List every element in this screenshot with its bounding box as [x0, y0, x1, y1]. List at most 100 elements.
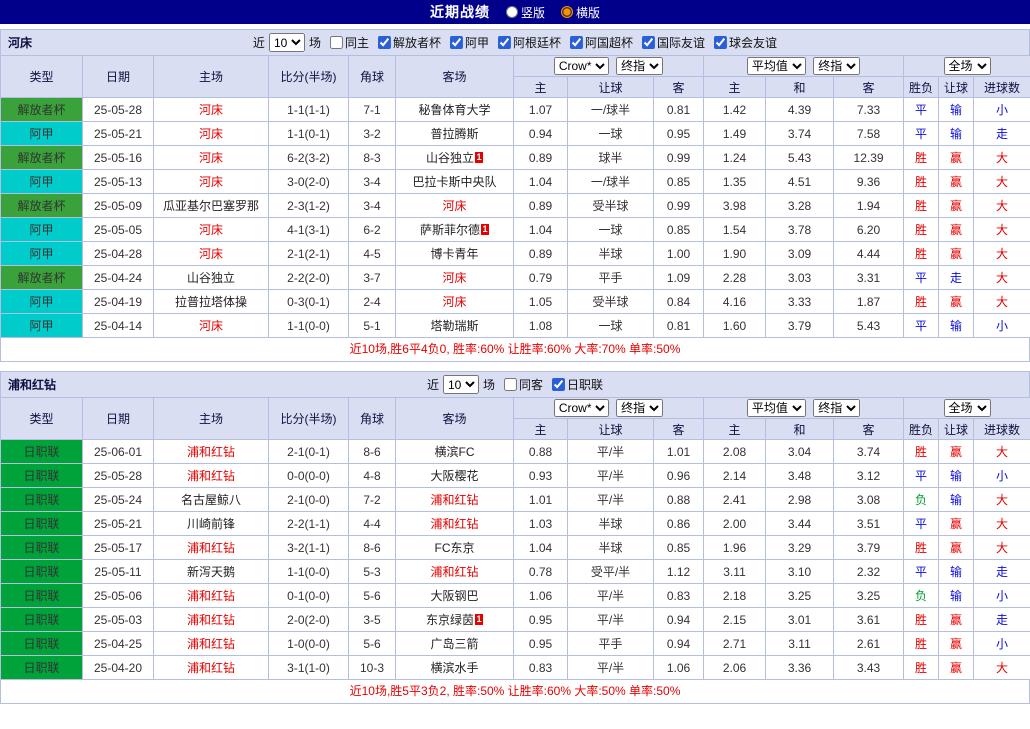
team-name[interactable]: 浦和红钻: [187, 637, 235, 651]
team-name[interactable]: 瓜亚基尔巴塞罗那: [163, 199, 259, 213]
home-team-cell[interactable]: 浦和红钻: [154, 656, 269, 680]
team-name[interactable]: 秘鲁体育大学: [418, 103, 490, 117]
away-team-cell[interactable]: 浦和红钻: [396, 512, 514, 536]
eu-index-select[interactable]: 终指: [813, 399, 860, 417]
team-name[interactable]: 塔勒瑞斯: [430, 319, 478, 333]
filter-option-阿甲[interactable]: 阿甲: [450, 34, 489, 51]
home-team-cell[interactable]: 浦和红钻: [154, 608, 269, 632]
away-team-cell[interactable]: 萨斯菲尔德1: [396, 218, 514, 242]
recent-count-select[interactable]: 10: [269, 33, 305, 52]
vertical-radio[interactable]: [506, 6, 518, 18]
away-team-cell[interactable]: 浦和红钻: [396, 488, 514, 512]
home-team-cell[interactable]: 浦和红钻: [154, 584, 269, 608]
team-name[interactable]: 河床: [199, 319, 223, 333]
team-name[interactable]: 河床: [199, 103, 223, 117]
away-team-cell[interactable]: 大阪钢巴: [396, 584, 514, 608]
team-name[interactable]: 大阪樱花: [430, 469, 478, 483]
home-team-cell[interactable]: 新泻天鹅: [154, 560, 269, 584]
team-name[interactable]: FC东京: [435, 541, 475, 555]
filter-option-同客[interactable]: 同客: [504, 376, 543, 393]
recent-count-select[interactable]: 10: [443, 375, 479, 394]
team-name[interactable]: 河床: [442, 295, 466, 309]
team-name[interactable]: 川崎前锋: [187, 517, 235, 531]
ah-index-select[interactable]: 终指: [616, 57, 663, 75]
away-team-cell[interactable]: 广岛三箭: [396, 632, 514, 656]
filter-option-日职联[interactable]: 日职联: [552, 376, 603, 393]
filter-checkbox[interactable]: [570, 36, 583, 49]
team-name[interactable]: 普拉腾斯: [430, 127, 478, 141]
team-name[interactable]: 浦和红钻: [187, 661, 235, 675]
away-team-cell[interactable]: 浦和红钻: [396, 560, 514, 584]
home-team-cell[interactable]: 河床: [154, 98, 269, 122]
home-team-cell[interactable]: 瓜亚基尔巴塞罗那: [154, 194, 269, 218]
layout-vertical-option[interactable]: 竖版: [506, 4, 545, 21]
eu-source-select[interactable]: 平均值: [747, 399, 806, 417]
filter-checkbox[interactable]: [450, 36, 463, 49]
filter-option-解放者杯[interactable]: 解放者杯: [378, 34, 441, 51]
home-team-cell[interactable]: 河床: [154, 242, 269, 266]
away-team-cell[interactable]: 塔勒瑞斯: [396, 314, 514, 338]
team-name[interactable]: 山谷独立: [426, 151, 474, 165]
team-name[interactable]: 浦和红钻: [430, 517, 478, 531]
home-team-cell[interactable]: 浦和红钻: [154, 440, 269, 464]
filter-checkbox[interactable]: [498, 36, 511, 49]
filter-checkbox[interactable]: [552, 378, 565, 391]
team-name[interactable]: 东京绿茵: [426, 613, 474, 627]
team-name[interactable]: 广岛三箭: [430, 637, 478, 651]
home-team-cell[interactable]: 河床: [154, 122, 269, 146]
eu-index-select[interactable]: 终指: [813, 57, 860, 75]
filter-checkbox[interactable]: [504, 378, 517, 391]
away-team-cell[interactable]: 秘鲁体育大学: [396, 98, 514, 122]
team-name[interactable]: 河床: [199, 247, 223, 261]
home-team-cell[interactable]: 河床: [154, 218, 269, 242]
away-team-cell[interactable]: 普拉腾斯: [396, 122, 514, 146]
away-team-cell[interactable]: 河床: [396, 266, 514, 290]
layout-horizontal-option[interactable]: 横版: [561, 4, 600, 21]
team-name[interactable]: 浦和红钻: [187, 541, 235, 555]
home-team-cell[interactable]: 浦和红钻: [154, 536, 269, 560]
team-name[interactable]: 浦和红钻: [187, 613, 235, 627]
home-team-cell[interactable]: 名古屋鲸八: [154, 488, 269, 512]
filter-option-球会友谊[interactable]: 球会友谊: [714, 34, 777, 51]
away-team-cell[interactable]: 巴拉卡斯中央队: [396, 170, 514, 194]
filter-option-国际友谊[interactable]: 国际友谊: [642, 34, 705, 51]
team-name[interactable]: 横滨FC: [435, 445, 475, 459]
home-team-cell[interactable]: 山谷独立: [154, 266, 269, 290]
team-name[interactable]: 浦和红钻: [187, 445, 235, 459]
away-team-cell[interactable]: 山谷独立1: [396, 146, 514, 170]
team-name[interactable]: 浦和红钻: [430, 565, 478, 579]
filter-checkbox[interactable]: [714, 36, 727, 49]
filter-option-同主[interactable]: 同主: [330, 34, 369, 51]
filter-checkbox[interactable]: [330, 36, 343, 49]
away-team-cell[interactable]: 横滨FC: [396, 440, 514, 464]
team-name[interactable]: 巴拉卡斯中央队: [412, 175, 496, 189]
team-name[interactable]: 河床: [199, 175, 223, 189]
home-team-cell[interactable]: 川崎前锋: [154, 512, 269, 536]
horizontal-radio[interactable]: [561, 6, 573, 18]
team-name[interactable]: 萨斯菲尔德: [420, 223, 480, 237]
home-team-cell[interactable]: 浦和红钻: [154, 464, 269, 488]
away-team-cell[interactable]: 大阪樱花: [396, 464, 514, 488]
team-name[interactable]: 浦和红钻: [430, 493, 478, 507]
team-name[interactable]: 河床: [199, 223, 223, 237]
home-team-cell[interactable]: 浦和红钻: [154, 632, 269, 656]
team-name[interactable]: 横滨水手: [430, 661, 478, 675]
away-team-cell[interactable]: 东京绿茵1: [396, 608, 514, 632]
away-team-cell[interactable]: 河床: [396, 290, 514, 314]
team-name[interactable]: 大阪钢巴: [430, 589, 478, 603]
team-name[interactable]: 河床: [199, 127, 223, 141]
team-name[interactable]: 新泻天鹅: [187, 565, 235, 579]
scope-select[interactable]: 全场: [944, 57, 991, 75]
team-name[interactable]: 河床: [199, 151, 223, 165]
team-name[interactable]: 浦和红钻: [187, 469, 235, 483]
team-name[interactable]: 名古屋鲸八: [181, 493, 241, 507]
away-team-cell[interactable]: 博卡青年: [396, 242, 514, 266]
filter-option-阿国超杯[interactable]: 阿国超杯: [570, 34, 633, 51]
away-team-cell[interactable]: FC东京: [396, 536, 514, 560]
home-team-cell[interactable]: 河床: [154, 146, 269, 170]
home-team-cell[interactable]: 拉普拉塔体操: [154, 290, 269, 314]
ah-index-select[interactable]: 终指: [616, 399, 663, 417]
away-team-cell[interactable]: 河床: [396, 194, 514, 218]
filter-checkbox[interactable]: [378, 36, 391, 49]
team-name[interactable]: 河床: [442, 199, 466, 213]
